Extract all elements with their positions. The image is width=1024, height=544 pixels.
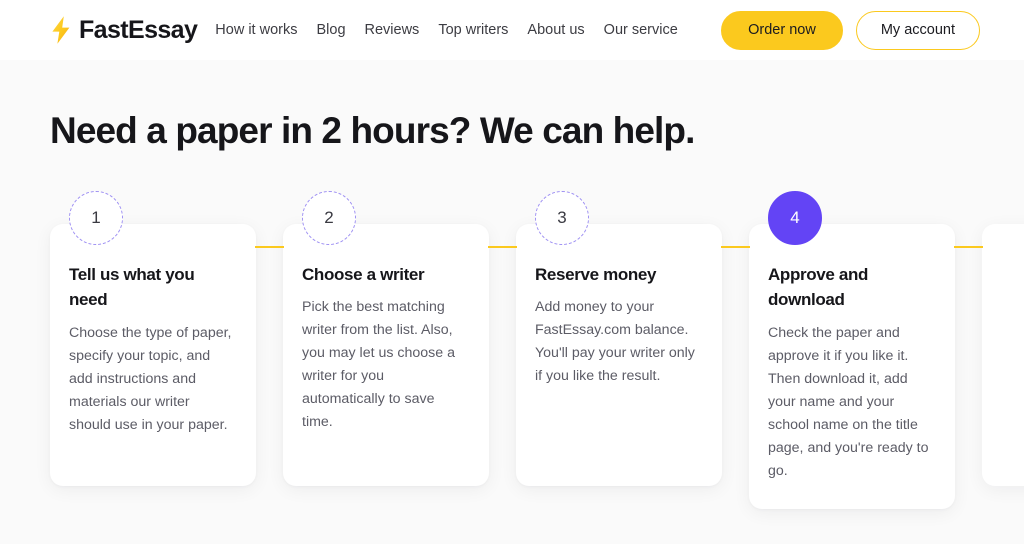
lightning-bolt-icon <box>52 16 70 44</box>
brand-name: FastEssay <box>79 15 198 44</box>
step-connector-4 <box>954 245 983 248</box>
brand-logo[interactable]: FastEssay <box>50 15 198 45</box>
header-actions: Order now My account <box>721 10 980 50</box>
step-connector-2 <box>488 245 517 248</box>
nav-item-how-it-works[interactable]: How it works <box>215 23 297 38</box>
step-card-1[interactable]: Tell us what you need Choose the type of… <box>50 223 256 486</box>
step-text-3: Add money to your FastEssay.com balance.… <box>535 299 695 385</box>
main-nav: How it works Blog Reviews Top writers Ab… <box>215 23 678 38</box>
nav-item-top-writers[interactable]: Top writers <box>438 23 508 38</box>
step-badge-2: 2 <box>302 190 356 245</box>
nav-item-blog[interactable]: Blog <box>316 23 345 38</box>
step-card-4[interactable]: Approve and download Check the paper and… <box>749 223 955 509</box>
site-header: FastEssay How it works Blog Reviews Top … <box>0 0 1024 60</box>
page-title: Need a paper in 2 hours? We can help. <box>50 110 695 151</box>
step-badge-1: 1 <box>69 190 123 245</box>
step-item-1: 1 Tell us what you need Choose the type … <box>50 190 284 486</box>
step-card-3[interactable]: Reserve money Add money to your FastEssa… <box>516 223 722 486</box>
step-text-1: Choose the type of paper, specify your t… <box>69 324 232 433</box>
step-connector-1 <box>255 245 284 248</box>
page-content: Need a paper in 2 hours? We can help. 1 … <box>0 60 1024 544</box>
my-account-button[interactable]: My account <box>855 10 980 50</box>
nav-item-our-service[interactable]: Our service <box>604 23 678 38</box>
step-title-2: Choose a writer <box>302 264 425 284</box>
step-item-next-partial <box>982 191 1024 486</box>
step-item-4: 4 Approve and download Check the paper a… <box>749 190 983 509</box>
step-title-4: Approve and download <box>768 264 869 310</box>
step-title-3: Reserve money <box>535 264 657 284</box>
step-title-1: Tell us what you need <box>69 264 195 310</box>
order-now-button[interactable]: Order now <box>721 10 843 50</box>
step-item-2: 2 Choose a writer Pick the best matching… <box>283 190 517 486</box>
step-connector-3 <box>721 245 750 248</box>
step-text-2: Pick the best matching writer from the l… <box>302 299 455 431</box>
step-card-2[interactable]: Choose a writer Pick the best matching w… <box>283 223 489 486</box>
step-text-4: Check the paper and approve it if you li… <box>768 324 929 479</box>
step-item-3: 3 Reserve money Add money to your FastEs… <box>516 190 750 486</box>
steps-list: 1 Tell us what you need Choose the type … <box>50 190 1024 509</box>
nav-item-about-us[interactable]: About us <box>527 23 584 38</box>
step-card-next-partial[interactable] <box>982 223 1024 486</box>
step-badge-3: 3 <box>535 190 589 245</box>
step-badge-4: 4 <box>768 190 822 245</box>
nav-item-reviews[interactable]: Reviews <box>365 23 420 38</box>
